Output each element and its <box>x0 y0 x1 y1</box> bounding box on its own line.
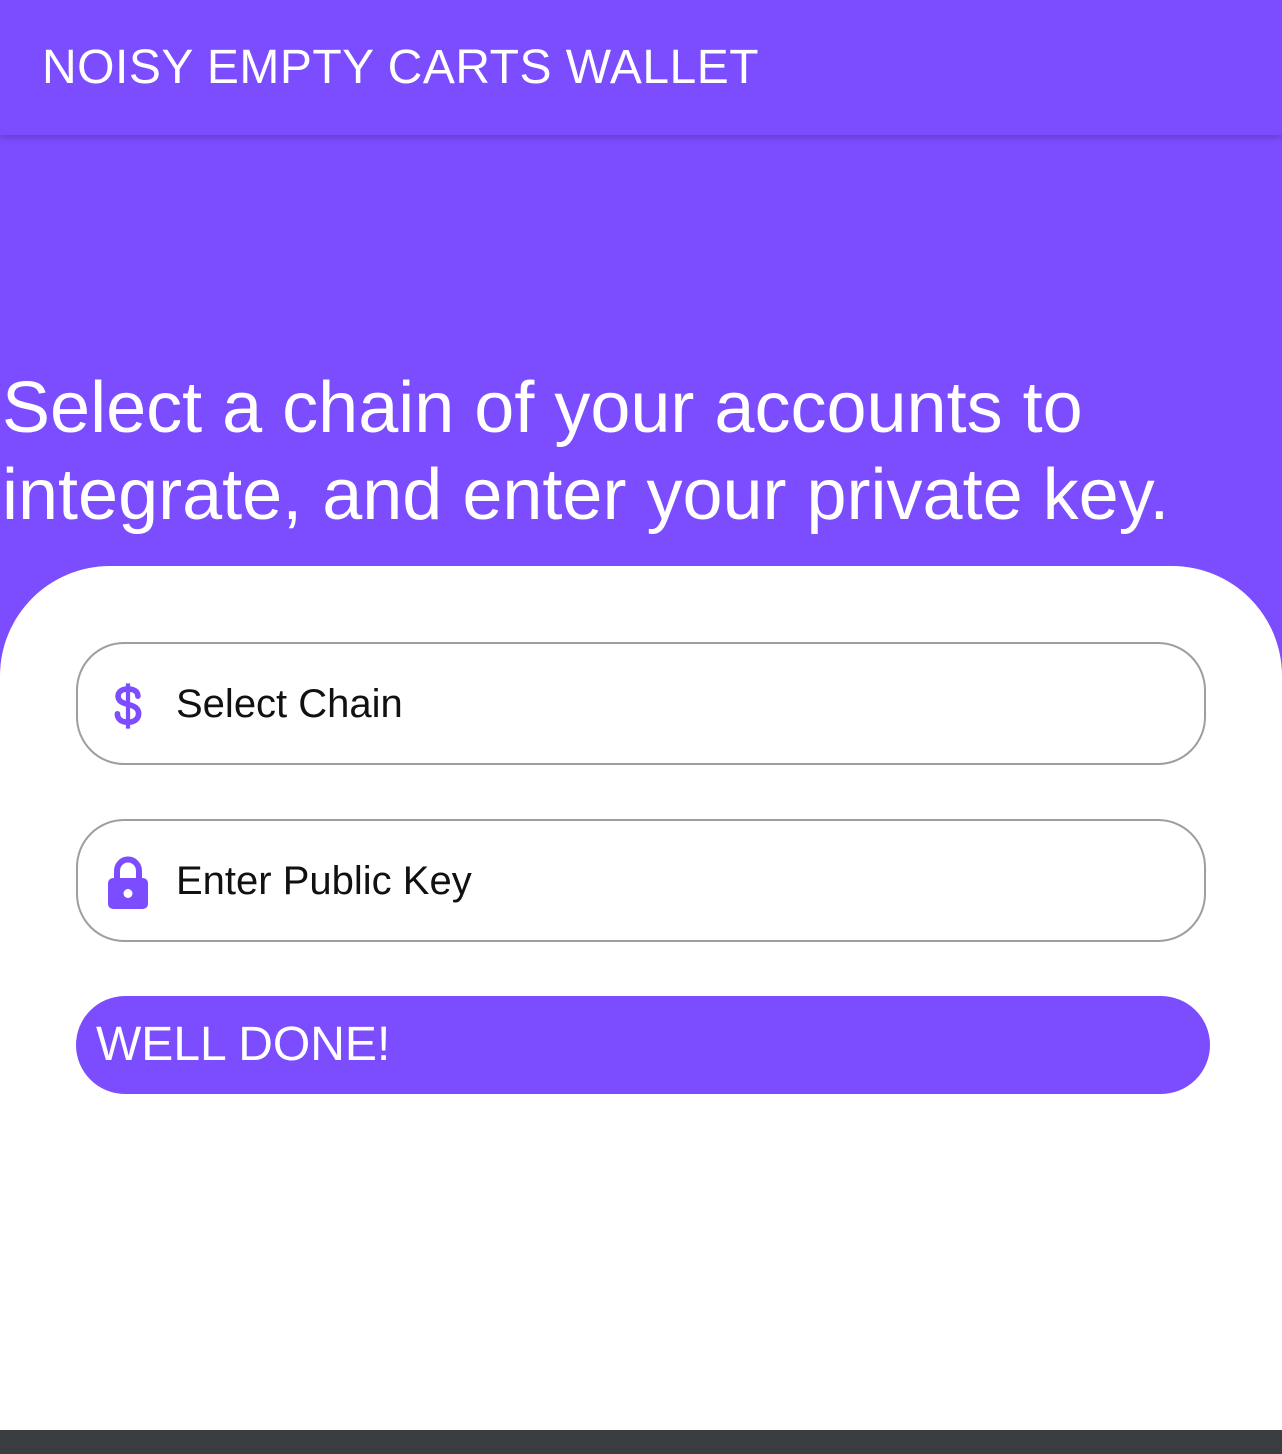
form-sheet: WELL DONE! <box>0 566 1282 1430</box>
well-done-button[interactable]: WELL DONE! <box>76 996 1210 1094</box>
window-bottom-edge <box>0 1430 1282 1454</box>
lock-icon <box>104 856 152 909</box>
select-chain-field[interactable] <box>76 642 1206 765</box>
wallet-app: NOISY EMPTY CARTS WALLET Select a chain … <box>0 0 1282 1454</box>
dollar-icon <box>104 680 152 732</box>
app-bar: NOISY EMPTY CARTS WALLET <box>0 0 1282 135</box>
select-chain-input[interactable] <box>176 679 1156 729</box>
public-key-input[interactable] <box>176 856 1156 906</box>
public-key-field[interactable] <box>76 819 1206 942</box>
app-title: NOISY EMPTY CARTS WALLET <box>42 41 760 94</box>
page-headline: Select a chain of your accounts to integ… <box>2 368 1170 535</box>
